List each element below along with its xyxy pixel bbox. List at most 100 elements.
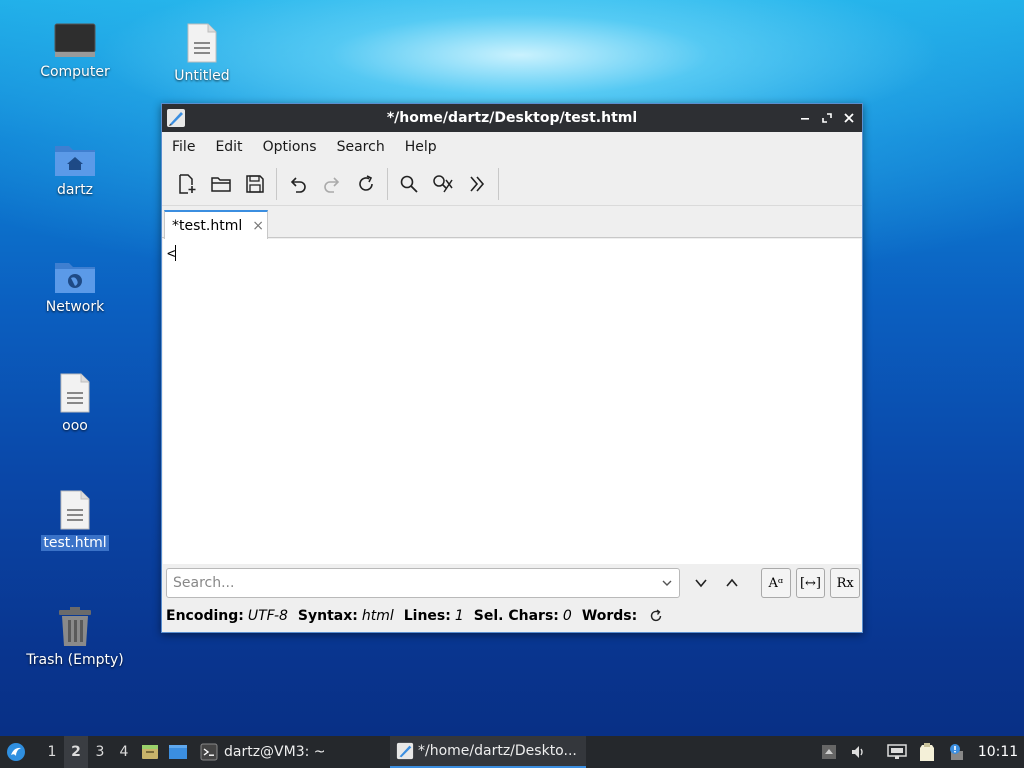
double-chevron-right-icon: [470, 175, 485, 192]
task-text-editor[interactable]: */home/dartz/Deskto...: [390, 736, 586, 768]
find-replace-button[interactable]: [426, 167, 460, 201]
desktop-icon-label: Trash (Empty): [26, 652, 124, 668]
search-input[interactable]: [167, 570, 657, 596]
menu-help[interactable]: Help: [405, 139, 437, 155]
text-editor-app-icon: [396, 742, 414, 760]
match-case-button[interactable]: Aᵅ: [761, 568, 791, 598]
taskbar: 1 2 3 4 dartz@VM3: ~ */home/dartz/Deskto…: [0, 736, 1024, 768]
refresh-word-count-icon[interactable]: [649, 609, 663, 623]
redo-button[interactable]: [315, 167, 349, 201]
new-file-button[interactable]: [170, 167, 204, 201]
save-file-button[interactable]: [238, 167, 272, 201]
show-desktop-icon: [169, 745, 187, 759]
maximize-button[interactable]: [820, 111, 834, 125]
window-titlebar[interactable]: */home/dartz/Desktop/test.html: [162, 104, 862, 132]
words-label: Words:: [581, 608, 638, 624]
menu-edit[interactable]: Edit: [215, 139, 242, 155]
syntax-value[interactable]: html: [362, 608, 394, 624]
desktop-icon-label: Network: [45, 299, 105, 315]
menu-search[interactable]: Search: [337, 139, 385, 155]
toolbar-separator: [387, 167, 388, 200]
show-desktop-button[interactable]: [164, 743, 192, 761]
toolbar-separator: [498, 167, 499, 200]
find-replace-icon: [433, 174, 453, 192]
desktop-icon-untitled[interactable]: Untitled: [147, 22, 257, 84]
chevron-down-icon[interactable]: [661, 577, 673, 589]
task-label: */home/dartz/Deskto...: [418, 743, 577, 759]
desktop-icon-computer[interactable]: Computer: [20, 22, 130, 80]
status-bar: Encoding: UTF-8 Syntax: html Lines: 1 Se…: [166, 604, 663, 628]
desktop-icon-home-folder[interactable]: dartz: [20, 140, 130, 198]
network-folder-icon: [55, 263, 95, 293]
close-button[interactable]: [842, 111, 856, 125]
sel-chars-label: Sel. Chars:: [473, 608, 559, 624]
text-editor-area[interactable]: <: [163, 239, 861, 564]
more-tools-button[interactable]: [460, 167, 494, 201]
close-icon: [844, 113, 854, 123]
text-file-icon: [187, 23, 217, 63]
menu-options[interactable]: Options: [263, 139, 317, 155]
network-status-button[interactable]: [882, 736, 912, 768]
undo-button[interactable]: [281, 167, 315, 201]
menu-file[interactable]: File: [172, 139, 195, 155]
undo-icon: [290, 176, 306, 193]
find-button[interactable]: [392, 167, 426, 201]
system-tray: 10:11: [814, 736, 1024, 768]
find-next-button[interactable]: [686, 568, 716, 598]
task-terminal[interactable]: dartz@VM3: ~: [194, 736, 390, 768]
lines-label: Lines:: [403, 608, 451, 624]
updates-info-icon: [950, 744, 963, 760]
open-file-button[interactable]: [204, 167, 238, 201]
file-manager-launcher[interactable]: [136, 742, 164, 762]
start-menu-button[interactable]: [0, 736, 32, 768]
notifications-button[interactable]: [942, 736, 972, 768]
reload-button[interactable]: [349, 167, 383, 201]
window-title: */home/dartz/Desktop/test.html: [386, 110, 638, 126]
workspace-3[interactable]: 3: [88, 744, 112, 760]
text-file-icon: [60, 373, 90, 413]
workspace-1[interactable]: 1: [40, 744, 64, 760]
encoding-label: Encoding:: [166, 608, 244, 624]
desktop-icon-label: ooo: [62, 418, 88, 434]
whole-word-button[interactable]: [↔]: [795, 568, 826, 598]
tab-test-html[interactable]: *test.html ×: [164, 210, 268, 239]
menu-bar: File Edit Options Search Help: [162, 132, 862, 162]
workspace-4[interactable]: 4: [112, 744, 136, 760]
workspace-2[interactable]: 2: [64, 736, 88, 768]
minimize-icon: [801, 118, 809, 120]
tab-label: *test.html: [172, 217, 243, 234]
network-wired-icon: [887, 744, 907, 759]
desktop-icon-ooo[interactable]: ooo: [20, 372, 130, 434]
chevron-up-icon: [726, 578, 738, 587]
encoding-value[interactable]: UTF-8: [248, 608, 288, 624]
text-caret: [175, 245, 177, 261]
clock[interactable]: 10:11: [972, 744, 1024, 760]
desktop-icon-test-html[interactable]: test.html: [20, 489, 130, 551]
tab-close-icon[interactable]: ×: [252, 218, 264, 234]
desktop-icon-trash[interactable]: Trash (Empty): [20, 606, 130, 668]
tray-expand-button[interactable]: [814, 736, 844, 768]
maximize-icon: [822, 113, 832, 123]
volume-button[interactable]: [844, 736, 874, 768]
editor-content: <: [167, 246, 176, 262]
trash-icon: [59, 607, 91, 646]
computer-icon: [54, 23, 96, 57]
desktop-icon-label: test.html: [41, 535, 109, 551]
regex-button[interactable]: Rx: [830, 568, 860, 598]
tab-bar: *test.html ×: [162, 206, 862, 239]
find-previous-button[interactable]: [717, 568, 747, 598]
clipboard-button[interactable]: [912, 736, 942, 768]
text-file-icon: [60, 490, 90, 530]
minimize-button[interactable]: [798, 111, 812, 125]
text-editor-window: */home/dartz/Desktop/test.html File Edit…: [161, 103, 863, 633]
reload-icon: [359, 174, 373, 191]
task-label: dartz@VM3: ~: [224, 744, 326, 760]
save-icon: [246, 174, 264, 193]
file-manager-icon: [142, 745, 158, 759]
terminal-icon: [200, 743, 218, 761]
new-file-icon: [179, 173, 196, 194]
desktop-icon-network[interactable]: Network: [20, 257, 130, 315]
open-folder-icon: [211, 176, 231, 192]
desktop-icon-label: Computer: [40, 64, 110, 80]
lxqt-logo-icon: [7, 743, 25, 761]
